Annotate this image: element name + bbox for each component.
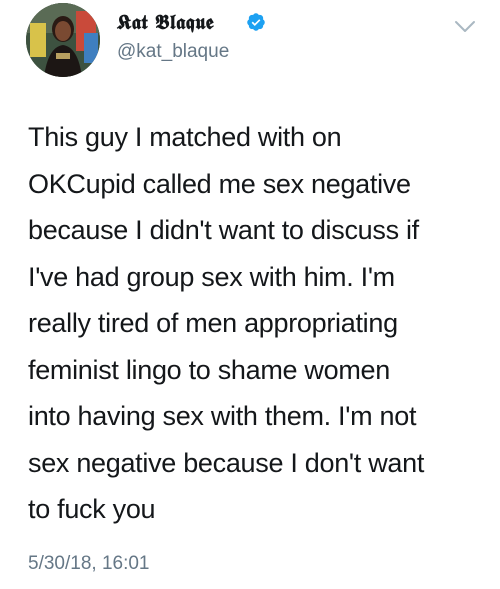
tweet-card: 𝕶𝖆𝖙 𝕭𝖑𝖆𝖖𝖚𝖊 @kat_blaque This guy I matche… (0, 0, 500, 589)
chevron-down-icon[interactable] (454, 20, 476, 34)
verified-badge-icon (247, 13, 265, 31)
tweet-text: This guy I matched with on OKCupid calle… (28, 122, 425, 524)
display-name[interactable]: 𝕶𝖆𝖙 𝕭𝖑𝖆𝖖𝖚𝖊 (117, 9, 214, 35)
profile-photo-icon (26, 3, 100, 77)
tweet-timestamp[interactable]: 5/30/18, 16:01 (28, 552, 150, 576)
avatar[interactable] (26, 3, 100, 77)
user-handle[interactable]: @kat_blaque (117, 40, 229, 64)
